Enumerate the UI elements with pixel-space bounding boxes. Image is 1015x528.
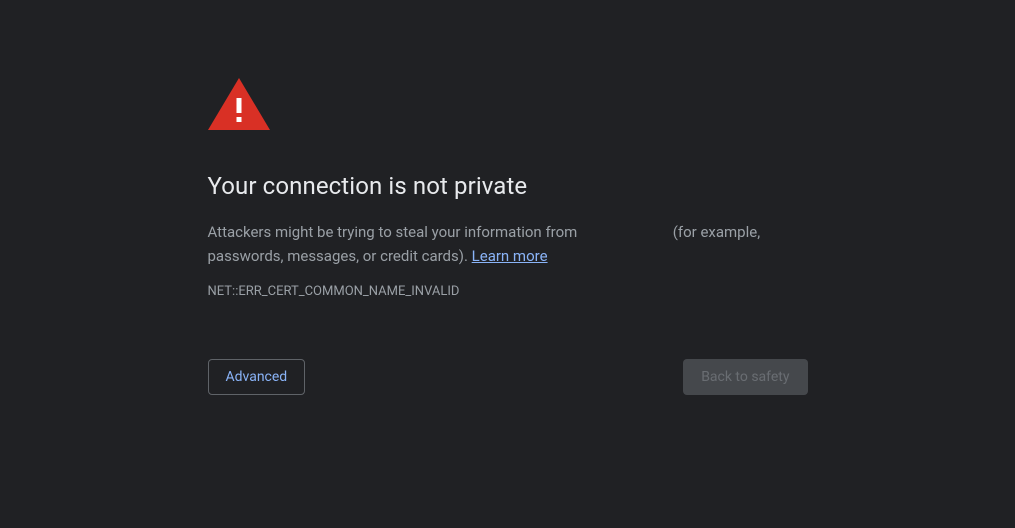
learn-more-link[interactable]: Learn more: [472, 247, 548, 265]
interstitial-wrapper: Your connection is not private Attackers…: [208, 0, 808, 395]
warning-description: Attackers might be trying to steal your …: [208, 220, 808, 268]
back-to-safety-button[interactable]: Back to safety: [683, 359, 807, 395]
advanced-button[interactable]: Advanced: [208, 359, 306, 395]
page-title: Your connection is not private: [208, 172, 808, 200]
button-row: Advanced Back to safety: [208, 359, 808, 395]
warning-triangle-icon: [208, 78, 270, 130]
description-prefix: Attackers might be trying to steal your …: [208, 223, 582, 241]
error-code: NET::ERR_CERT_COMMON_NAME_INVALID: [208, 284, 808, 299]
